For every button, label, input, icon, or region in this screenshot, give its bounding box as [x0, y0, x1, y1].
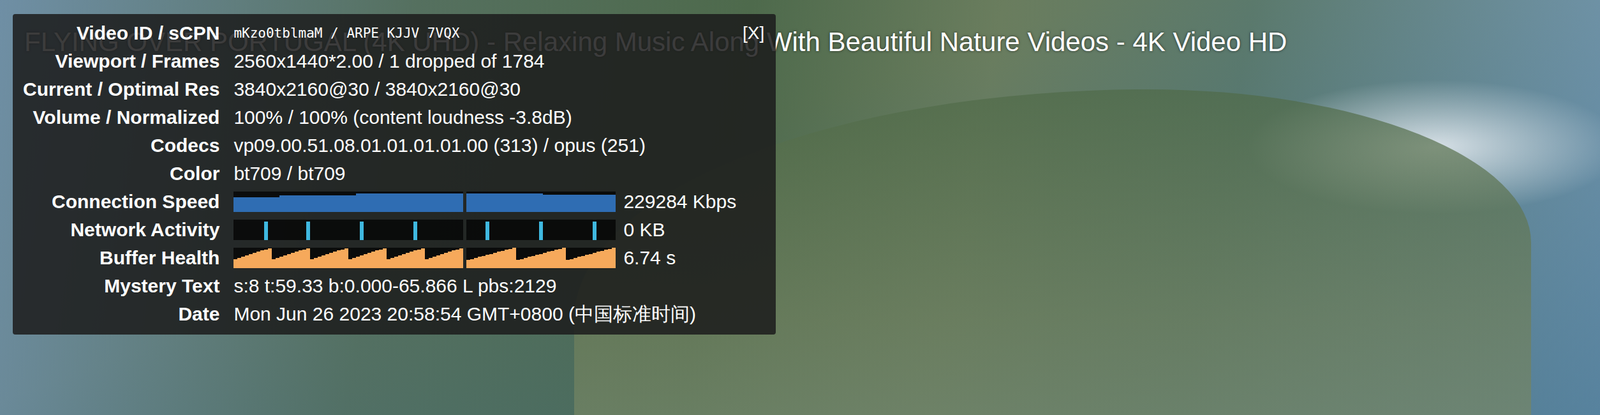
stat-chart	[233, 191, 464, 212]
stat-label: Codecs	[22, 131, 220, 160]
stat-label: Current / Optimal Res	[22, 75, 220, 104]
chart-bar	[485, 221, 490, 240]
stat-text: 3840x2160@30 / 3840x2160@30	[233, 78, 521, 101]
stat-graphs	[233, 219, 616, 240]
chart-bar	[611, 247, 616, 268]
stat-label: Buffer Health	[22, 243, 220, 272]
stat-chart	[466, 219, 616, 240]
stat-label: Connection Speed	[22, 187, 220, 216]
stat-value: Mon Jun 26 2023 20:58:54 GMT+0800 (中国标准时…	[233, 299, 766, 328]
stat-text: Mon Jun 26 2023 20:58:54 GMT+0800 (中国标准时…	[233, 301, 697, 328]
stats-panel: [X] Video ID / sCPN mKzo0tblmaM / ARPE KJJ…	[12, 14, 776, 335]
stat-text: bt709 / bt709	[233, 162, 346, 185]
stat-label: Mystery Text	[22, 271, 220, 300]
chart-bar	[359, 221, 364, 240]
stat-label: Video ID / sCPN	[22, 19, 220, 48]
stat-graphs	[233, 247, 616, 268]
stat-text: vp09.00.51.08.01.01.01.01.00 (313) / opu…	[233, 134, 645, 157]
stat-text: 2560x1440*2.00 / 1 dropped of 1784	[233, 50, 545, 73]
chart-bar	[539, 221, 543, 240]
stat-chart	[233, 247, 464, 268]
chart-bar	[306, 221, 311, 240]
stat-chart	[466, 247, 616, 268]
stat-label: Network Activity	[22, 215, 220, 244]
chart-bar	[611, 194, 616, 212]
stat-reading: 0 KB	[623, 218, 665, 241]
stat-text: s:8 t:59.33 b:0.000-65.866 L pbs:2129	[233, 274, 557, 297]
stat-graphs	[233, 191, 616, 212]
stat-label: Viewport / Frames	[22, 47, 220, 76]
chart-bar	[459, 193, 464, 212]
stat-chart	[233, 219, 464, 240]
stat-value: bt709 / bt709	[233, 159, 766, 188]
stat-value: 2560x1440*2.00 / 1 dropped of 1784	[233, 47, 766, 76]
stat-text: 100% / 100% (content loudness -3.8dB)	[233, 106, 572, 129]
stat-text: mKzo0tblmaM / ARPE KJJV 7VQX	[233, 25, 460, 41]
stat-value: 229284 Kbps	[233, 187, 766, 216]
stat-label: Color	[22, 159, 220, 188]
chart-bar	[413, 221, 418, 240]
close-button[interactable]: [X]	[742, 22, 765, 44]
chart-bar	[592, 221, 597, 240]
chart-bar	[459, 248, 464, 268]
video-frame[interactable]: FLYING OVER PORTUGAL (4K UHD) - Relaxing…	[0, 0, 1600, 415]
stat-reading: 229284 Kbps	[623, 190, 737, 213]
stat-value: vp09.00.51.08.01.01.01.01.00 (313) / opu…	[233, 131, 766, 160]
stat-value: 100% / 100% (content loudness -3.8dB)	[233, 103, 766, 132]
stat-value: 6.74 s	[233, 243, 766, 272]
stat-reading: 6.74 s	[623, 246, 676, 269]
stat-value: s:8 t:59.33 b:0.000-65.866 L pbs:2129	[233, 271, 766, 300]
stat-value: mKzo0tblmaM / ARPE KJJV 7VQX	[233, 19, 766, 48]
chart-bar	[264, 221, 268, 240]
stat-value: 0 KB	[233, 215, 766, 244]
stat-value: 3840x2160@30 / 3840x2160@30	[233, 75, 766, 104]
stat-chart	[466, 191, 616, 212]
stats-grid: Video ID / sCPN mKzo0tblmaM / ARPE KJJV 7…	[22, 19, 766, 328]
stat-label: Date	[22, 299, 220, 328]
stat-label: Volume / Normalized	[22, 103, 220, 132]
